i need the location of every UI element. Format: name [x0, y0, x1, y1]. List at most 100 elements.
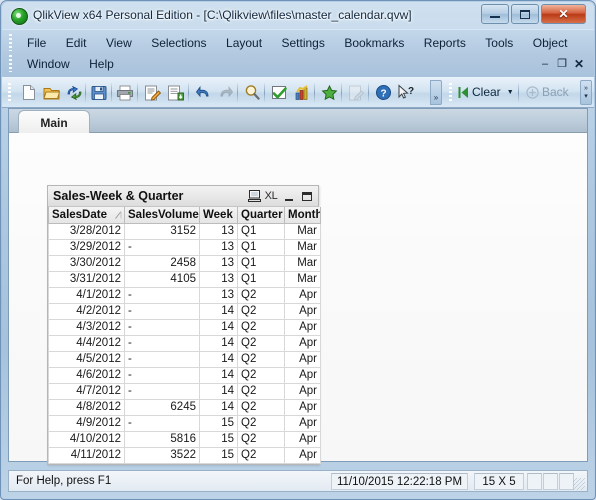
menu-item-view[interactable]: View — [99, 33, 139, 54]
menu-bar-gripper-row2[interactable] — [9, 55, 12, 72]
cell-quarter[interactable]: Q2 — [237, 286, 285, 304]
mdi-restore-button[interactable]: ❐ — [555, 57, 569, 71]
clear-button[interactable]: Clear ▼ — [458, 82, 514, 103]
sheet-tab-main[interactable]: Main — [18, 110, 90, 134]
table-row[interactable]: 4/6/2012-14 Q2 Apr — [48, 366, 321, 384]
cell-quarter[interactable]: Q1 — [237, 270, 285, 288]
menu-item-window[interactable]: Window — [20, 54, 77, 75]
menu-item-file[interactable]: File — [20, 33, 53, 54]
menu-item-layout[interactable]: Layout — [219, 33, 269, 54]
bookmark-star-icon[interactable] — [318, 82, 340, 103]
table-row[interactable]: 4/2/2012-14 Q2 Apr — [48, 302, 321, 320]
redo-icon[interactable] — [214, 82, 236, 103]
cell-quarter[interactable]: Q2 — [237, 334, 285, 352]
table-minimize-icon[interactable] — [283, 189, 295, 203]
cell-salesdate[interactable]: 3/29/2012 — [48, 238, 125, 256]
cell-salesdate[interactable]: 4/10/2012 — [48, 430, 125, 448]
cell-salesvolume[interactable]: 2458 — [124, 254, 200, 272]
cell-month[interactable]: Apr — [284, 350, 321, 368]
table-viewer-icon[interactable] — [164, 82, 186, 103]
cell-week[interactable]: 14 — [199, 382, 238, 400]
undo-icon[interactable] — [192, 82, 214, 103]
cell-quarter[interactable]: Q1 — [237, 238, 285, 256]
cell-quarter[interactable]: Q2 — [237, 350, 285, 368]
mdi-minimize-button[interactable]: – — [538, 57, 552, 71]
reload-icon[interactable] — [63, 82, 85, 103]
copy-to-clipboard-icon[interactable] — [247, 189, 261, 203]
menu-item-edit[interactable]: Edit — [59, 33, 94, 54]
cell-salesvolume[interactable]: - — [124, 334, 200, 352]
table-row[interactable]: 3/30/2012 2458 13 Q1 Mar — [48, 254, 321, 272]
cell-week[interactable]: 13 — [199, 254, 238, 272]
back-button[interactable]: Back — [526, 82, 569, 103]
cell-week[interactable]: 13 — [199, 270, 238, 288]
column-header-week[interactable]: Week — [199, 207, 238, 224]
cell-week[interactable]: 13 — [199, 286, 238, 304]
help-icon[interactable]: ? — [372, 82, 394, 103]
chevron-down-icon[interactable]: ▼ — [507, 82, 514, 103]
cell-week[interactable]: 14 — [199, 350, 238, 368]
mdi-close-button[interactable]: ✕ — [572, 57, 586, 71]
cell-salesvolume[interactable]: - — [124, 414, 200, 432]
window-resize-grip[interactable] — [573, 478, 585, 490]
table-row[interactable]: 4/9/2012-15 Q2 Apr — [48, 414, 321, 432]
cell-salesvolume[interactable]: - — [124, 286, 200, 304]
table-row[interactable]: 4/3/2012-14 Q2 Apr — [48, 318, 321, 336]
table-row[interactable]: 3/28/2012 3152 13 Q1 Mar — [48, 222, 321, 240]
cell-salesvolume[interactable]: 6245 — [124, 398, 200, 416]
cell-month[interactable]: Apr — [284, 334, 321, 352]
cell-salesvolume[interactable]: - — [124, 350, 200, 368]
cell-week[interactable]: 14 — [199, 318, 238, 336]
cell-salesdate[interactable]: 3/30/2012 — [48, 254, 125, 272]
table-row[interactable]: 4/8/2012 6245 14 Q2 Apr — [48, 398, 321, 416]
menu-item-settings[interactable]: Settings — [275, 33, 332, 54]
menu-item-bookmarks[interactable]: Bookmarks — [337, 33, 411, 54]
table-box-object[interactable]: Sales-Week & Quarter XL SalesDate SalesV… — [47, 185, 321, 465]
new-document-icon[interactable] — [18, 82, 40, 103]
table-object-caption[interactable]: Sales-Week & Quarter XL — [48, 186, 318, 207]
cell-month[interactable]: Apr — [284, 302, 321, 320]
toolbar-overflow-button-left[interactable]: » — [430, 80, 442, 105]
table-row[interactable]: 4/10/2012 5816 15 Q2 Apr — [48, 430, 321, 448]
cell-month[interactable]: Apr — [284, 318, 321, 336]
cell-quarter[interactable]: Q2 — [237, 446, 285, 464]
print-icon[interactable] — [114, 82, 136, 103]
window-close-button[interactable]: ✕ — [541, 4, 586, 24]
table-row[interactable]: 3/31/2012 4105 13 Q1 Mar — [48, 270, 321, 288]
cell-salesvolume[interactable]: 3152 — [124, 222, 200, 240]
cell-quarter[interactable]: Q1 — [237, 254, 285, 272]
cell-month[interactable]: Apr — [284, 286, 321, 304]
cell-week[interactable]: 13 — [199, 222, 238, 240]
cell-salesvolume[interactable]: 5816 — [124, 430, 200, 448]
edit-module-icon[interactable] — [345, 82, 367, 103]
current-selections-icon[interactable] — [268, 82, 290, 103]
context-help-icon[interactable]: ? — [395, 82, 417, 103]
cell-week[interactable]: 13 — [199, 238, 238, 256]
column-header-salesvolume[interactable]: SalesVolume — [124, 207, 200, 224]
chart-icon[interactable] — [291, 82, 313, 103]
cell-month[interactable]: Mar — [284, 254, 321, 272]
cell-salesvolume[interactable]: 3522 — [124, 446, 200, 464]
cell-salesdate[interactable]: 4/5/2012 — [48, 350, 125, 368]
cell-month[interactable]: Apr — [284, 430, 321, 448]
cell-salesdate[interactable]: 4/1/2012 — [48, 286, 125, 304]
cell-salesdate[interactable]: 4/4/2012 — [48, 334, 125, 352]
cell-salesvolume[interactable]: - — [124, 302, 200, 320]
column-header-quarter[interactable]: Quarter — [237, 207, 285, 224]
toolbar-overflow-button-right[interactable]: » ▾ — [580, 80, 592, 105]
menu-item-tools[interactable]: Tools — [478, 33, 520, 54]
table-row[interactable]: 4/11/2012 3522 15 Q2 Apr — [48, 446, 321, 464]
menu-item-help[interactable]: Help — [82, 54, 121, 75]
cell-month[interactable]: Mar — [284, 222, 321, 240]
cell-week[interactable]: 14 — [199, 302, 238, 320]
cell-salesdate[interactable]: 4/7/2012 — [48, 382, 125, 400]
cell-week[interactable]: 14 — [199, 398, 238, 416]
export-to-excel-icon[interactable]: XL — [263, 189, 279, 203]
cell-salesvolume[interactable]: - — [124, 318, 200, 336]
cell-salesdate[interactable]: 4/11/2012 — [48, 446, 125, 464]
cell-quarter[interactable]: Q2 — [237, 366, 285, 384]
table-row[interactable]: 4/4/2012-14 Q2 Apr — [48, 334, 321, 352]
window-maximize-button[interactable] — [511, 4, 539, 24]
cell-salesvolume[interactable]: - — [124, 238, 200, 256]
cell-quarter[interactable]: Q1 — [237, 222, 285, 240]
